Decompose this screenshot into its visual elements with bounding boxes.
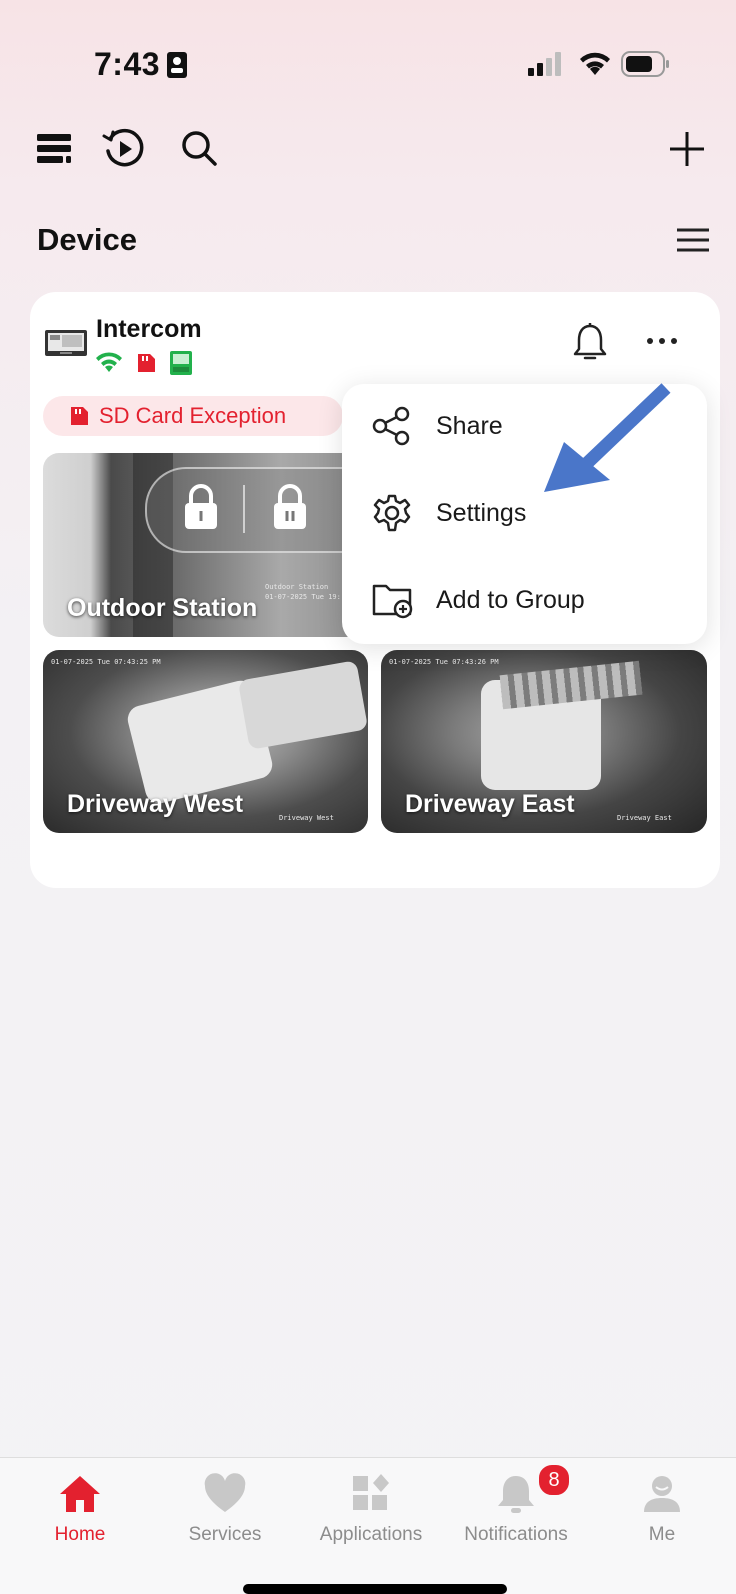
notification-count-badge: 8	[537, 1463, 571, 1497]
tab-label: Applications	[319, 1524, 423, 1545]
sd-card-icon	[71, 407, 88, 425]
tab-me[interactable]: Me	[589, 1458, 735, 1558]
device-name[interactable]: Intercom	[96, 315, 202, 344]
share-icon	[372, 406, 410, 446]
home-icon	[60, 1476, 100, 1512]
applications-icon	[353, 1474, 389, 1510]
door-station-status-icon	[170, 351, 192, 375]
add-to-group-folder-icon	[372, 584, 413, 619]
tab-bar: Home Services Applications Notifications…	[0, 1457, 736, 1594]
camera-tile-driveway-west[interactable]: 01-07-2025 Tue 07:43:25 PM Driveway West…	[43, 650, 368, 833]
more-options-icon[interactable]	[646, 336, 678, 346]
cellular-signal-icon	[528, 52, 561, 76]
settings-gear-icon	[373, 494, 411, 532]
lock-1-icon[interactable]	[182, 483, 220, 531]
tab-label: Me	[648, 1524, 676, 1545]
unlock-divider	[243, 485, 245, 533]
camera-label-driveway-west: Driveway West	[67, 790, 244, 818]
camera-osd-name: Driveway West	[279, 814, 334, 822]
section-title: Device	[37, 222, 137, 257]
camera-tile-outdoor-station[interactable]: Outdoor Station 01-07-2025 Tue 19: Outdo…	[43, 453, 383, 637]
tab-label: Home	[54, 1524, 106, 1545]
annotation-arrow-icon	[544, 383, 671, 492]
camera-osd-time: 01-07-2025 Tue 19:	[265, 593, 341, 601]
camera-osd-time: 01-07-2025 Tue 07:43:25 PM	[51, 658, 161, 666]
camera-osd-name: Outdoor Station	[265, 583, 329, 591]
notification-bell-icon[interactable]	[572, 322, 608, 364]
sort-menu-icon[interactable]	[676, 227, 710, 253]
wifi-icon	[580, 52, 610, 75]
add-icon[interactable]	[668, 130, 706, 168]
search-icon[interactable]	[180, 129, 220, 169]
menu-item-label: Settings	[436, 499, 527, 527]
heart-icon	[204, 1473, 246, 1512]
menu-item-add-to-group[interactable]: Add to Group	[342, 558, 707, 644]
camera-label-outdoor-station: Outdoor Station	[67, 594, 258, 622]
bell-icon	[498, 1476, 534, 1513]
roof-ladder	[499, 660, 643, 710]
battery-icon	[621, 51, 669, 77]
status-time: 7:43	[94, 46, 161, 82]
sd-card-status-icon	[138, 354, 155, 372]
intercom-device-icon	[45, 330, 87, 356]
camera-tile-driveway-east[interactable]: 01-07-2025 Tue 07:43:26 PM Driveway East…	[381, 650, 707, 833]
van-shape-2	[237, 660, 368, 750]
person-icon	[644, 1476, 680, 1512]
menu-item-label: Share	[436, 412, 503, 440]
camera-label-driveway-east: Driveway East	[405, 790, 575, 818]
tab-label: Notifications	[464, 1524, 568, 1545]
tab-applications[interactable]: Applications	[298, 1458, 444, 1558]
camera-osd-name: Driveway East	[617, 814, 672, 822]
tab-services[interactable]: Services	[152, 1458, 298, 1558]
sd-card-exception-label: SD Card Exception	[99, 403, 287, 428]
playback-icon[interactable]	[102, 126, 148, 172]
camera-osd-time: 01-07-2025 Tue 07:43:26 PM	[389, 658, 499, 666]
tab-label: Services	[188, 1524, 262, 1545]
menu-item-label: Add to Group	[436, 586, 585, 614]
wifi-status-icon	[96, 352, 122, 372]
device-list-icon[interactable]	[37, 132, 73, 164]
lock-2-icon[interactable]	[271, 483, 309, 531]
tab-home[interactable]: Home	[7, 1458, 153, 1558]
id-card-icon	[167, 52, 187, 78]
